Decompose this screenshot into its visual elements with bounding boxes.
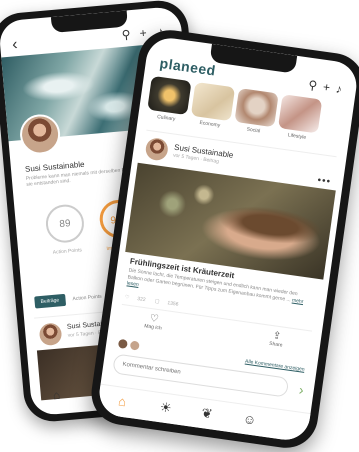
tab-beitraege[interactable]: Beiträge	[34, 293, 66, 309]
feed-screen: planeed ⚲ + ♪ Culinary Economy Social Life…	[96, 35, 359, 443]
post-avatar[interactable]	[144, 136, 170, 162]
home-icon[interactable]: ⌂	[52, 388, 60, 403]
all-comments-link[interactable]: Alle Kommentare anzeigen	[245, 359, 305, 373]
category-image	[277, 94, 323, 134]
leaf-icon[interactable]: ❦	[200, 405, 214, 422]
app-logo: planeed	[158, 54, 217, 79]
commenter-avatar	[129, 340, 140, 351]
like-button[interactable]: ♡ Mag ich	[133, 311, 175, 333]
plus-icon[interactable]: +	[322, 80, 331, 95]
comment-count: 1356	[167, 300, 179, 308]
action-points-label: Action Points	[52, 247, 83, 256]
commenter-avatar	[117, 338, 128, 349]
user-icon[interactable]: ☺	[242, 411, 257, 428]
share-button[interactable]: ⇪ Share	[256, 328, 298, 350]
chevron-left-icon[interactable]: ‹	[11, 36, 18, 54]
notch	[209, 43, 298, 74]
search-icon[interactable]: ⚲	[121, 27, 131, 42]
search-icon[interactable]: ⚲	[307, 78, 318, 93]
action-points-gauge: 89 Action Points	[44, 203, 86, 256]
category-economy[interactable]: Economy	[190, 81, 236, 130]
profile-tabs: Beiträge Action Points	[34, 290, 108, 309]
action-points-value: 89	[58, 218, 72, 231]
send-icon[interactable]: ›	[298, 381, 305, 397]
bell-icon[interactable]: ♪	[335, 82, 343, 97]
plus-icon[interactable]: +	[139, 26, 147, 41]
like-label: Mag ich	[143, 323, 163, 332]
more-options-icon[interactable]: •••	[317, 175, 332, 188]
feed-top-icons: ⚲ + ♪	[302, 77, 343, 97]
category-image	[147, 75, 192, 116]
home-icon[interactable]: ⌂	[117, 393, 127, 409]
post-avatar	[38, 322, 63, 347]
category-culinary[interactable]: Culinary	[146, 75, 192, 124]
category-social[interactable]: Social	[233, 88, 279, 136]
category-image	[190, 81, 236, 122]
category-lifestyle[interactable]: Lifestyle	[277, 94, 323, 142]
like-count: 322	[136, 295, 146, 304]
lightbulb-icon[interactable]: ☀	[159, 399, 173, 416]
comment-icon: ▢	[154, 298, 160, 306]
category-image	[234, 88, 279, 128]
heart-icon: ♡	[124, 294, 130, 301]
share-label: Share	[268, 340, 283, 349]
tab-action-points[interactable]: Action Points	[66, 290, 108, 306]
